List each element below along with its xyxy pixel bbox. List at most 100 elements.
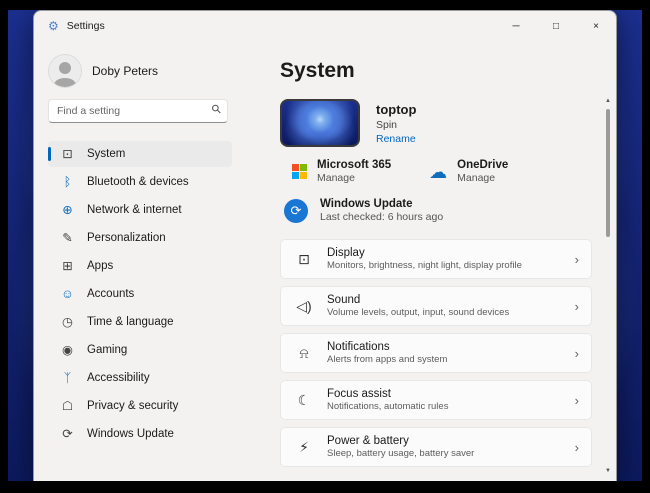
promo-action: Manage bbox=[317, 172, 391, 184]
ms-logo-square-red bbox=[292, 164, 299, 171]
card-sound[interactable]: ◁) Sound Volume levels, output, input, s… bbox=[280, 286, 592, 326]
search-box: ⚲ bbox=[48, 99, 228, 123]
system-icon: ⊡ bbox=[60, 148, 75, 161]
window-controls: ─ □ × bbox=[496, 11, 616, 41]
display-icon: ⊡ bbox=[295, 252, 313, 266]
windows-update-status: Last checked: 6 hours ago bbox=[320, 211, 443, 223]
sidebar-item-accounts[interactable]: ☺ Accounts bbox=[48, 281, 232, 307]
person-icon: ☺ bbox=[60, 288, 75, 301]
sidebar-item-gaming[interactable]: ◉ Gaming bbox=[48, 337, 232, 363]
window-title: Settings bbox=[67, 20, 105, 32]
chevron-right-icon: › bbox=[575, 300, 579, 313]
promo-text: Microsoft 365 Manage bbox=[317, 159, 391, 184]
moon-icon: ☾ bbox=[295, 393, 313, 407]
accessibility-icon: ᛉ bbox=[60, 372, 75, 385]
sidebar-item-network-internet[interactable]: ⊕ Network & internet bbox=[48, 197, 232, 223]
user-account-row[interactable]: Doby Peters bbox=[48, 49, 264, 93]
card-title: Focus assist bbox=[327, 388, 448, 400]
settings-app-icon: ⚙ bbox=[48, 20, 59, 32]
sidebar-item-privacy-security[interactable]: ☖ Privacy & security bbox=[48, 393, 232, 419]
settings-card-list: ⊡ Display Monitors, brightness, night li… bbox=[280, 239, 592, 467]
sidebar-item-windows-update[interactable]: ⟳ Windows Update bbox=[48, 421, 232, 447]
card-subtitle: Volume levels, output, input, sound devi… bbox=[327, 307, 509, 318]
windows-update-title: Windows Update bbox=[320, 198, 443, 210]
windows-update-text: Windows Update Last checked: 6 hours ago bbox=[320, 198, 443, 223]
settings-window: ⚙ Settings ─ □ × Doby Peters bbox=[33, 10, 617, 481]
rename-link[interactable]: Rename bbox=[376, 133, 416, 145]
sidebar-item-label: Accounts bbox=[87, 288, 134, 300]
microsoft-logo-icon bbox=[292, 164, 307, 179]
promo-action: Manage bbox=[457, 172, 508, 184]
avatar-head bbox=[59, 62, 71, 74]
scrollbar-track[interactable] bbox=[603, 105, 613, 467]
desktop-wallpaper: ⚙ Settings ─ □ × Doby Peters bbox=[8, 10, 642, 481]
chevron-right-icon: › bbox=[575, 394, 579, 407]
bell-icon: ⍾ bbox=[295, 346, 313, 360]
sidebar-nav: ⊡ System ᛒ Bluetooth & devices ⊕ Network… bbox=[48, 141, 264, 447]
card-title: Power & battery bbox=[327, 435, 474, 447]
sidebar-item-label: Privacy & security bbox=[87, 400, 178, 412]
paintbrush-icon: ✎ bbox=[60, 232, 75, 245]
chevron-right-icon: › bbox=[575, 347, 579, 360]
chevron-right-icon: › bbox=[575, 441, 579, 454]
ms-logo-square-yellow bbox=[300, 172, 307, 179]
sidebar-item-apps[interactable]: ⊞ Apps bbox=[48, 253, 232, 279]
card-display[interactable]: ⊡ Display Monitors, brightness, night li… bbox=[280, 239, 592, 279]
scrollbar-thumb[interactable] bbox=[606, 109, 610, 237]
windows-update-icon: ⟳ bbox=[284, 199, 308, 223]
device-name: toptop bbox=[376, 102, 416, 117]
card-text: Sound Volume levels, output, input, soun… bbox=[327, 294, 509, 318]
card-text: Power & battery Sleep, battery usage, ba… bbox=[327, 435, 474, 459]
sidebar-item-accessibility[interactable]: ᛉ Accessibility bbox=[48, 365, 232, 391]
globe-icon: ⊕ bbox=[60, 204, 75, 217]
device-info: toptop Spin Rename bbox=[376, 102, 416, 145]
update-arrows-icon: ⟳ bbox=[60, 428, 75, 441]
user-name: Doby Peters bbox=[92, 64, 158, 78]
sidebar: Doby Peters ⚲ ⊡ System ᛒ Bluetooth & dev… bbox=[34, 41, 264, 481]
scroll-up-icon[interactable]: ▲ bbox=[605, 97, 611, 105]
sidebar-item-system[interactable]: ⊡ System bbox=[48, 141, 232, 167]
ms-logo-square-green bbox=[300, 164, 307, 171]
xbox-icon: ◉ bbox=[60, 344, 75, 357]
card-subtitle: Monitors, brightness, night light, displ… bbox=[327, 260, 522, 271]
promo-text: OneDrive Manage bbox=[457, 159, 508, 184]
promo-title: Microsoft 365 bbox=[317, 159, 391, 171]
close-button[interactable]: × bbox=[576, 11, 616, 41]
clock-icon: ◷ bbox=[60, 316, 75, 329]
sidebar-item-bluetooth-devices[interactable]: ᛒ Bluetooth & devices bbox=[48, 169, 232, 195]
search-input[interactable] bbox=[48, 99, 228, 123]
card-power-battery[interactable]: ⚡ Power & battery Sleep, battery usage, … bbox=[280, 427, 592, 467]
window-body: Doby Peters ⚲ ⊡ System ᛒ Bluetooth & dev… bbox=[34, 41, 616, 481]
onedrive-cloud-icon: ☁ bbox=[429, 163, 447, 181]
power-icon: ⚡ bbox=[295, 440, 313, 454]
card-focus-assist[interactable]: ☾ Focus assist Notifications, automatic … bbox=[280, 380, 592, 420]
card-text: Notifications Alerts from apps and syste… bbox=[327, 341, 447, 365]
sidebar-item-time-language[interactable]: ◷ Time & language bbox=[48, 309, 232, 335]
scroll-down-icon[interactable]: ▼ bbox=[605, 467, 611, 475]
sidebar-item-label: Network & internet bbox=[87, 204, 182, 216]
sidebar-item-label: Bluetooth & devices bbox=[87, 176, 189, 188]
maximize-button[interactable]: □ bbox=[536, 11, 576, 41]
minimize-button[interactable]: ─ bbox=[496, 11, 536, 41]
promo-title: OneDrive bbox=[457, 159, 508, 171]
shield-icon: ☖ bbox=[60, 400, 75, 413]
chevron-right-icon: › bbox=[575, 253, 579, 266]
card-title: Notifications bbox=[327, 341, 447, 353]
page-title: System bbox=[280, 59, 592, 83]
device-model: Spin bbox=[376, 119, 416, 131]
ms-logo-square-blue bbox=[292, 172, 299, 179]
card-subtitle: Alerts from apps and system bbox=[327, 354, 447, 365]
onedrive-tile[interactable]: ☁ OneDrive Manage bbox=[429, 159, 508, 184]
titlebar: ⚙ Settings ─ □ × bbox=[34, 11, 616, 41]
card-notifications[interactable]: ⍾ Notifications Alerts from apps and sys… bbox=[280, 333, 592, 373]
device-row: toptop Spin Rename bbox=[280, 99, 592, 147]
scrollbar[interactable]: ▲ ▼ bbox=[603, 97, 613, 475]
sidebar-item-label: Time & language bbox=[87, 316, 174, 328]
windows-update-row[interactable]: ⟳ Windows Update Last checked: 6 hours a… bbox=[280, 198, 592, 223]
selected-indicator bbox=[48, 147, 51, 161]
sidebar-item-label: Apps bbox=[87, 260, 113, 272]
microsoft-365-tile[interactable]: Microsoft 365 Manage bbox=[292, 159, 391, 184]
sidebar-item-personalization[interactable]: ✎ Personalization bbox=[48, 225, 232, 251]
card-title: Display bbox=[327, 247, 522, 259]
sidebar-item-label: Accessibility bbox=[87, 372, 150, 384]
